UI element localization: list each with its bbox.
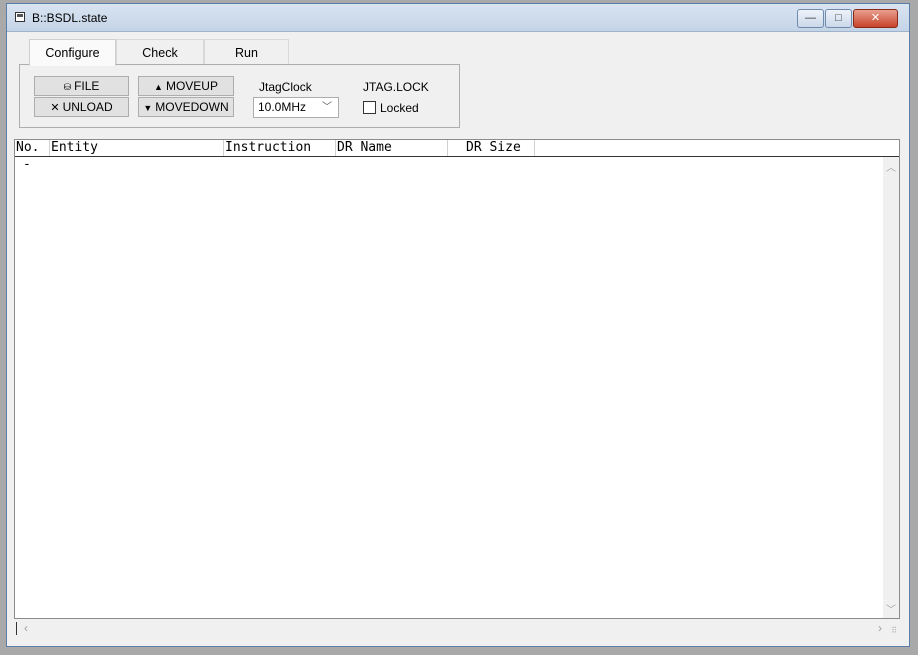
column-header-entity[interactable]: Entity xyxy=(50,140,224,156)
movedown-button-label: MOVEDOWN xyxy=(155,100,229,114)
bsdl-state-window: B::BSDL.state — □ ✕ Configure Check Run … xyxy=(6,3,910,647)
jtagclock-select[interactable]: 10.0MHz ﹀ xyxy=(253,97,339,118)
file-button-label: FILE xyxy=(74,79,100,93)
scroll-up-icon[interactable]: ︿ xyxy=(883,159,899,174)
maximize-button[interactable]: □ xyxy=(825,9,852,28)
configure-panel xyxy=(19,64,460,128)
scroll-marker xyxy=(16,622,17,635)
tab-check[interactable]: Check xyxy=(116,39,204,65)
jtagclock-label: JtagClock xyxy=(259,80,312,94)
window-title: B::BSDL.state xyxy=(32,11,108,25)
close-icon: ✕ xyxy=(50,102,60,114)
scroll-right-icon[interactable]: › xyxy=(878,621,882,635)
resize-grip-icon[interactable]: ⠿ xyxy=(891,626,897,635)
jtaglock-label: JTAG.LOCK xyxy=(363,80,429,94)
moveup-button-label: MOVEUP xyxy=(165,79,218,93)
column-header-no[interactable]: No. xyxy=(15,140,50,156)
column-header-dr-size[interactable]: DR Size xyxy=(448,140,535,156)
scroll-down-icon[interactable]: ﹀ xyxy=(883,601,899,616)
column-header-instruction[interactable]: Instruction xyxy=(224,140,336,156)
unload-button-label: UNLOAD xyxy=(62,100,113,114)
moveup-button[interactable]: ▲ MOVEUP xyxy=(138,76,234,96)
jtagclock-value: 10.0MHz xyxy=(258,100,307,114)
row-no-cell: - xyxy=(23,157,31,172)
tab-run[interactable]: Run xyxy=(204,39,289,65)
arrow-down-icon: ▼ xyxy=(143,103,153,113)
locked-label[interactable]: Locked xyxy=(380,101,419,115)
arrow-up-icon: ▲ xyxy=(154,82,163,92)
file-button[interactable]: ⛁ FILE xyxy=(34,76,129,96)
column-header-dr-name[interactable]: DR Name xyxy=(336,140,448,156)
unload-button[interactable]: ✕ UNLOAD xyxy=(34,97,129,117)
minimize-button[interactable]: — xyxy=(797,9,824,28)
scroll-left-icon[interactable]: ‹ xyxy=(24,621,28,635)
table-header: No. Entity Instruction DR Name DR Size xyxy=(15,140,899,157)
title-bar[interactable]: B::BSDL.state — □ ✕ xyxy=(7,4,909,32)
table-row[interactable]: - xyxy=(23,157,31,172)
chevron-down-icon: ﹀ xyxy=(322,102,332,113)
close-button[interactable]: ✕ xyxy=(853,9,898,28)
movedown-button[interactable]: ▼ MOVEDOWN xyxy=(138,97,234,117)
tab-configure[interactable]: Configure xyxy=(29,39,116,66)
app-icon xyxy=(15,12,25,22)
file-icon: ⛁ xyxy=(63,82,72,92)
vertical-scrollbar[interactable]: ︿ ﹀ xyxy=(883,157,899,618)
horizontal-scrollbar[interactable]: ‹ › ⠿ xyxy=(14,619,900,637)
locked-checkbox[interactable] xyxy=(363,101,376,114)
bsdl-table[interactable]: No. Entity Instruction DR Name DR Size -… xyxy=(14,139,900,619)
